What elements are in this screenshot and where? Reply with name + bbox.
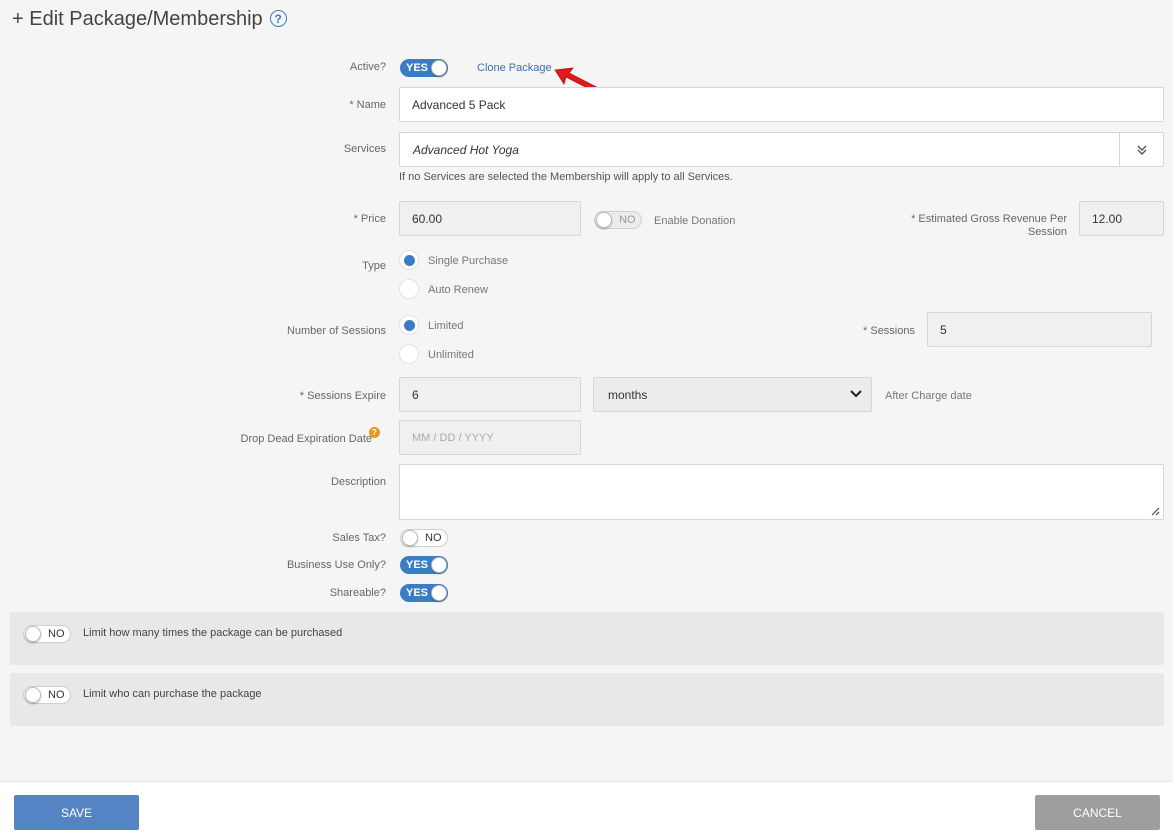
toggle-knob bbox=[25, 687, 41, 703]
clone-package-link[interactable]: Clone Package bbox=[477, 62, 552, 74]
description-label: Description bbox=[330, 476, 386, 488]
sales-tax-toggle-text: NO bbox=[425, 532, 442, 544]
type-label: Type bbox=[362, 260, 386, 272]
cancel-button[interactable]: CANCEL bbox=[1035, 795, 1160, 830]
drop-dead-date-input[interactable]: MM / DD / YYYY bbox=[399, 420, 581, 455]
services-label: Services bbox=[343, 143, 386, 155]
limit-who-text: Limit who can purchase the package bbox=[83, 688, 262, 700]
radio-auto-renew[interactable] bbox=[399, 279, 419, 299]
sessions-expire-label: * Sessions Expire bbox=[299, 390, 386, 402]
services-value: Advanced Hot Yoga bbox=[413, 143, 519, 157]
donation-toggle-text: NO bbox=[619, 214, 636, 226]
after-charge-date-label: After Charge date bbox=[885, 390, 972, 402]
services-hint: If no Services are selected the Membersh… bbox=[399, 171, 733, 183]
toggle-knob bbox=[25, 626, 41, 642]
description-textarea[interactable] bbox=[399, 464, 1164, 520]
business-use-label: Business Use Only? bbox=[286, 559, 386, 571]
limit-purchase-toggle[interactable]: NO bbox=[23, 625, 71, 643]
donation-label: Enable Donation bbox=[654, 215, 736, 227]
business-use-toggle-text: YES bbox=[406, 559, 429, 571]
toggle-knob bbox=[431, 585, 447, 601]
resize-handle-icon[interactable] bbox=[1151, 507, 1160, 516]
active-label: Active? bbox=[349, 61, 386, 73]
info-icon[interactable]: ? bbox=[369, 427, 380, 438]
unlimited-label: Unlimited bbox=[428, 349, 474, 361]
expire-unit-select[interactable]: months bbox=[593, 377, 872, 412]
toggle-knob bbox=[596, 212, 612, 228]
limit-who-toggle-text: NO bbox=[48, 689, 65, 701]
limit-purchase-panel: NO Limit how many times the package can … bbox=[10, 612, 1164, 665]
shareable-toggle-text: YES bbox=[406, 587, 429, 599]
active-toggle-text: YES bbox=[406, 62, 429, 74]
gross-revenue-label: * Estimated Gross Revenue Per Session bbox=[880, 213, 1067, 239]
page-title-text: + Edit Package/Membership bbox=[12, 8, 263, 30]
double-chevron-down-icon bbox=[1137, 145, 1146, 155]
services-expand-button[interactable] bbox=[1119, 133, 1163, 166]
shareable-label: Shareable? bbox=[329, 587, 386, 599]
drop-dead-label: Drop Dead Expiration Date bbox=[240, 433, 372, 445]
donation-toggle[interactable]: NO bbox=[594, 211, 642, 229]
toggle-knob bbox=[431, 557, 447, 573]
radio-unlimited[interactable] bbox=[399, 344, 419, 364]
limit-who-panel: NO Limit who can purchase the package bbox=[10, 673, 1164, 726]
radio-single-purchase[interactable] bbox=[399, 250, 419, 270]
gross-revenue-label-line2: Session bbox=[1027, 226, 1067, 238]
question-circle-icon[interactable]: ? bbox=[269, 10, 287, 27]
radio-limited[interactable] bbox=[399, 315, 419, 335]
toggle-knob bbox=[402, 530, 418, 546]
toggle-knob bbox=[431, 60, 447, 76]
sessions-label: * Sessions bbox=[863, 325, 915, 337]
shareable-toggle[interactable]: YES bbox=[400, 584, 448, 602]
limit-purchase-text: Limit how many times the package can be … bbox=[83, 627, 343, 639]
limit-purchase-toggle-text: NO bbox=[48, 628, 65, 640]
business-use-toggle[interactable]: YES bbox=[400, 556, 448, 574]
sessions-input[interactable]: 5 bbox=[927, 312, 1152, 347]
single-purchase-label: Single Purchase bbox=[428, 255, 509, 267]
limit-who-toggle[interactable]: NO bbox=[23, 686, 71, 704]
sales-tax-toggle[interactable]: NO bbox=[400, 529, 448, 547]
name-label: * Name bbox=[349, 99, 386, 111]
expire-unit-value: months bbox=[608, 387, 648, 402]
gross-revenue-label-line1: * Estimated Gross Revenue Per bbox=[911, 213, 1067, 225]
sales-tax-label: Sales Tax? bbox=[332, 532, 386, 544]
chevron-down-icon bbox=[850, 390, 862, 398]
name-input[interactable]: Advanced 5 Pack bbox=[399, 87, 1164, 122]
auto-renew-label: Auto Renew bbox=[428, 284, 488, 296]
gross-revenue-input[interactable]: 12.00 bbox=[1079, 201, 1164, 236]
page-title: + Edit Package/Membership ? bbox=[12, 8, 287, 31]
price-label: * Price bbox=[353, 213, 386, 225]
number-of-sessions-label: Number of Sessions bbox=[286, 325, 386, 337]
footer-bar: SAVE CANCEL bbox=[0, 781, 1173, 840]
limited-label: Limited bbox=[428, 320, 464, 332]
price-input[interactable]: 60.00 bbox=[399, 201, 581, 236]
services-select[interactable]: Advanced Hot Yoga bbox=[399, 132, 1164, 167]
save-button[interactable]: SAVE bbox=[14, 795, 139, 830]
active-toggle[interactable]: YES bbox=[400, 59, 448, 77]
sessions-expire-input[interactable]: 6 bbox=[399, 377, 581, 412]
